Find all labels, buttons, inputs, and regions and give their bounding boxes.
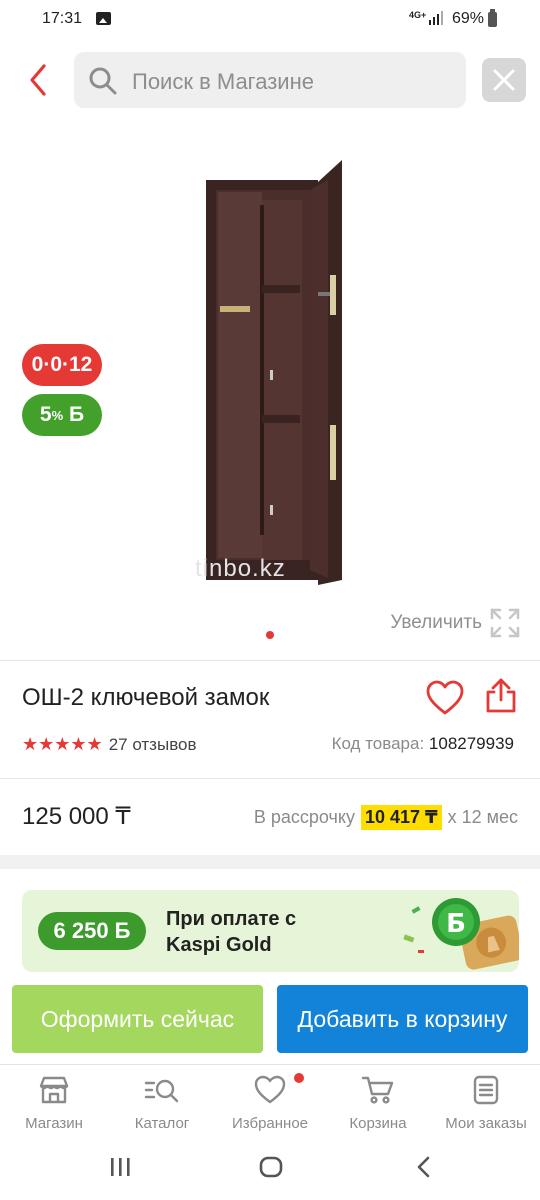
- store-icon: [39, 1076, 69, 1104]
- recent-apps-button[interactable]: [111, 1158, 130, 1176]
- system-navigation-bar: [111, 1156, 430, 1178]
- home-button[interactable]: [259, 1156, 283, 1178]
- product-title: ОШ-2 ключевой замок: [22, 684, 270, 711]
- status-bar: 17:31 4G+ 69%: [0, 0, 540, 40]
- favorites-notification-dot: [294, 1073, 304, 1083]
- battery-icon: [488, 9, 497, 27]
- nav-label-cart: Корзина: [349, 1115, 407, 1132]
- catalog-search-icon: [144, 1079, 179, 1103]
- promo-line-1: При оплате с: [166, 908, 297, 930]
- nav-item-catalog[interactable]: Каталог: [108, 1075, 216, 1132]
- nav-item-orders[interactable]: Мои заказы: [432, 1075, 540, 1132]
- installment-badge: 0·0·12: [22, 344, 102, 386]
- installment-suffix: x 12 мес: [447, 807, 518, 827]
- back-button[interactable]: [22, 60, 56, 100]
- bottom-navigation: Магазин Каталог Избранное Корзина Мои за…: [0, 1064, 540, 1140]
- installment-info[interactable]: В рассрочку 10 417 ₸ x 12 мес: [254, 805, 518, 830]
- promo-text: При оплате с Kaspi Gold: [166, 906, 296, 958]
- nav-label-catalog: Каталог: [134, 1115, 190, 1132]
- search-icon: [89, 67, 117, 95]
- product-code-label: Код товара:: [331, 734, 425, 753]
- close-search-button[interactable]: [482, 58, 526, 102]
- close-icon: [493, 69, 515, 91]
- status-time: 17:31: [42, 10, 83, 27]
- bonus-badge-symbol: Б: [69, 403, 85, 426]
- expand-icon: [490, 608, 520, 638]
- installment-prefix: В рассрочку: [253, 807, 355, 827]
- rating-row[interactable]: ★★★★★ 27 отзывов: [22, 734, 197, 755]
- star-rating: ★★★★★: [22, 734, 103, 754]
- svg-text:Б: Б: [446, 909, 466, 939]
- orders-list-icon: [473, 1075, 499, 1105]
- nav-label-favorites: Избранное: [231, 1115, 309, 1132]
- battery-percent: 69%: [452, 10, 485, 27]
- product-code-value: 108279939: [428, 734, 514, 753]
- share-icon: [486, 678, 516, 713]
- divider: [0, 660, 540, 661]
- favorite-button[interactable]: [426, 680, 464, 716]
- gallery-notification-icon: [96, 12, 111, 25]
- installment-amount: 10 417 ₸: [360, 805, 442, 830]
- gallery-page-indicator: [266, 631, 274, 639]
- image-watermark: tinbo.kz: [195, 555, 286, 582]
- product-price: 125 000 ₸: [22, 803, 131, 830]
- product-code: Код товара: 108279939: [332, 734, 514, 754]
- bonus-badge: 5% Б: [22, 394, 102, 436]
- promo-bonus-badge: 6 250 Б: [38, 912, 146, 950]
- promo-line-2: Kaspi Gold: [166, 934, 272, 956]
- reviews-link[interactable]: 27 отзывов: [109, 735, 197, 755]
- cart-icon: [361, 1076, 394, 1104]
- search-input[interactable]: Поиск в Магазине: [74, 52, 466, 108]
- kaspi-gold-card-icon: Б: [403, 898, 519, 970]
- chevron-left-icon: [30, 64, 46, 96]
- kaspi-gold-promo[interactable]: 6 250 Б При оплате с Kaspi Gold Б: [22, 890, 519, 972]
- nav-label-shop: Магазин: [25, 1115, 83, 1132]
- bonus-badge-pct: %: [51, 407, 64, 423]
- search-placeholder: Поиск в Магазине: [132, 69, 314, 94]
- zoom-button[interactable]: Увеличить: [390, 608, 520, 638]
- section-separator: [0, 855, 540, 869]
- nav-item-cart[interactable]: Корзина: [324, 1075, 432, 1132]
- add-to-cart-button[interactable]: Добавить в корзину: [277, 985, 528, 1053]
- buy-now-button[interactable]: Оформить сейчас: [12, 985, 263, 1053]
- heart-icon: [254, 1075, 286, 1104]
- share-button[interactable]: [484, 678, 518, 714]
- product-gallery[interactable]: 0·0·12 5% Б tinbo.kz Увеличить: [0, 120, 540, 655]
- system-back-button[interactable]: [417, 1156, 430, 1178]
- nav-item-favorites[interactable]: Избранное: [216, 1075, 324, 1132]
- signal-icon: [429, 11, 443, 25]
- nav-label-orders: Мои заказы: [445, 1115, 527, 1132]
- nav-item-shop[interactable]: Магазин: [0, 1075, 108, 1132]
- product-image[interactable]: [190, 160, 360, 590]
- divider: [0, 778, 540, 779]
- heart-icon: [426, 680, 464, 715]
- zoom-label: Увеличить: [390, 612, 482, 633]
- network-type: 4G+: [409, 10, 427, 20]
- bonus-badge-number: 5: [39, 403, 52, 426]
- top-bar: Поиск в Магазине: [0, 50, 540, 110]
